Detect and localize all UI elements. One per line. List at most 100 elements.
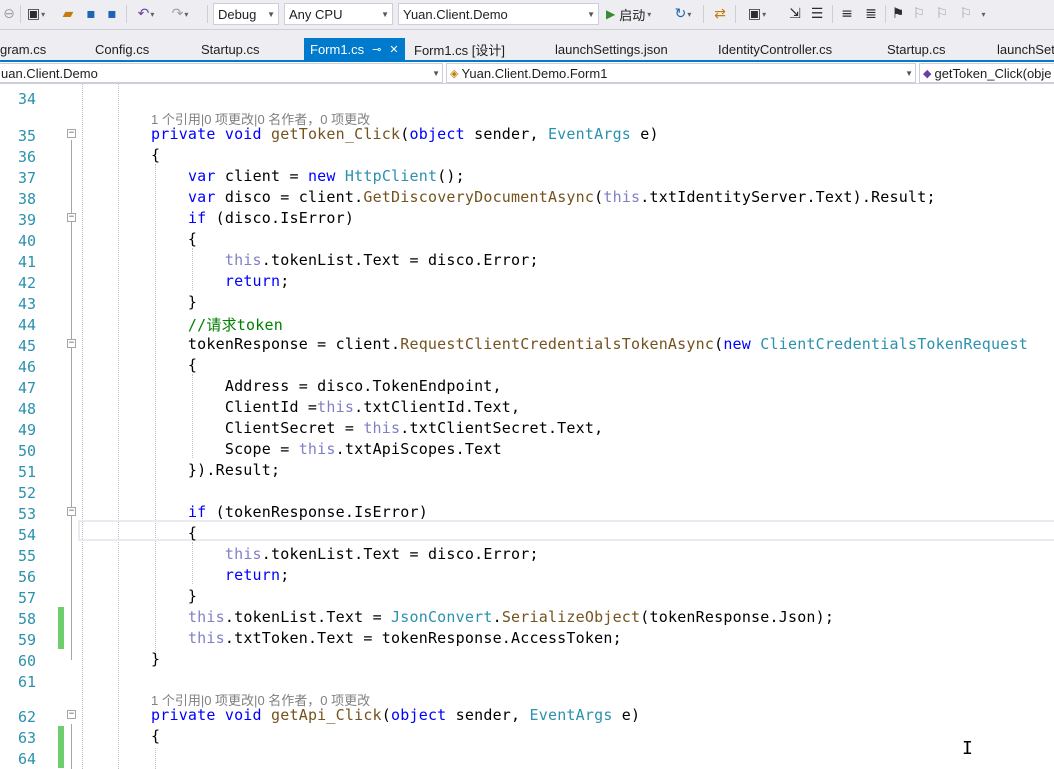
line-code: {: [151, 230, 198, 248]
line-number: 57: [17, 589, 36, 607]
startup-project-select[interactable]: Yuan.Client.Demo ▼: [398, 3, 599, 25]
configuration-select[interactable]: Debug ▼: [213, 3, 279, 25]
next-bookmark-icon[interactable]: ⚐: [933, 3, 951, 25]
line-number: 60: [17, 652, 36, 670]
tab-launch-settings-2[interactable]: launchSett: [997, 38, 1054, 60]
bookmark-icon[interactable]: ⚑: [890, 3, 906, 25]
redo-icon[interactable]: ↷ ▾: [167, 3, 193, 25]
tab-config[interactable]: Config.cs: [95, 38, 149, 60]
step-into-icon[interactable]: ⇲: [786, 3, 804, 25]
tab-form1[interactable]: Form1.cs ⊸ ✕: [304, 38, 405, 60]
screenshot-icon[interactable]: ▣ ▾: [740, 3, 774, 25]
line-code: Address = disco.TokenEndpoint,: [151, 377, 502, 395]
code-line: 50 Scope = this.txtApiScopes.Text: [0, 439, 1054, 460]
close-icon[interactable]: ✕: [389, 43, 398, 56]
code-line: 39 − if (disco.IsError): [0, 208, 1054, 229]
line-number: 50: [17, 442, 36, 460]
save-icon[interactable]: ▪: [82, 3, 100, 25]
line-number: 49: [17, 421, 36, 439]
line-code: tokenResponse = client.RequestClientCred…: [151, 335, 1028, 353]
line-code: private void getApi_Click(object sender,…: [151, 706, 641, 724]
refresh-icon[interactable]: ↻ ▾: [670, 3, 696, 25]
line-number: 43: [17, 295, 36, 313]
chevron-down-icon: ▼: [430, 64, 440, 82]
line-number: 51: [17, 463, 36, 481]
line-code: {: [151, 146, 161, 164]
pin-icon[interactable]: ⊸: [372, 43, 381, 56]
code-line: 52: [0, 481, 1054, 502]
collapse-toggle-icon[interactable]: −: [67, 339, 76, 348]
code-line: 54 {: [0, 523, 1054, 544]
toolbar-overflow-icon[interactable]: ▾: [978, 3, 988, 25]
line-number: 59: [17, 631, 36, 649]
comment-icon[interactable]: ≡: [838, 3, 856, 25]
startup-project-value: Yuan.Client.Demo: [403, 6, 508, 22]
code-line: 37 var client = new HttpClient();: [0, 166, 1054, 187]
open-folder-icon[interactable]: ▰: [58, 3, 78, 25]
code-line: 49 ClientSecret = this.txtClientSecret.T…: [0, 418, 1054, 439]
tab-identity-controller[interactable]: IdentityController.cs: [718, 38, 832, 60]
member-dropdown[interactable]: ◆ getToken_Click(obje: [919, 63, 1054, 83]
tab-form1-designer[interactable]: Form1.cs [设计]: [414, 38, 505, 60]
line-code: Scope = this.txtApiScopes.Text: [151, 440, 502, 458]
code-editor[interactable]: 34 1 个引用|0 项更改|0 名作者，0 项更改 35 − private …: [0, 84, 1054, 769]
code-line: 38 var disco = client.GetDiscoveryDocume…: [0, 187, 1054, 208]
tab-label: Form1.cs [设计]: [414, 42, 506, 58]
line-code: ClientSecret = this.txtClientSecret.Text…: [151, 419, 604, 437]
line-number: 64: [17, 750, 36, 768]
line-code: }: [151, 293, 198, 311]
type-dropdown[interactable]: ◈ Yuan.Client.Demo.Form1 ▼: [446, 63, 916, 83]
start-button[interactable]: ▶ 启动 ▾: [606, 3, 651, 25]
line-code: var disco = client.GetDiscoveryDocumentA…: [187, 188, 936, 206]
platform-select[interactable]: Any CPU ▼: [284, 3, 393, 25]
line-number: 41: [17, 253, 36, 271]
code-lens[interactable]: 1 个引用|0 项更改|0 名作者，0 项更改: [0, 685, 1054, 708]
code-line: 45 − tokenResponse = client.RequestClien…: [0, 334, 1054, 355]
code-line: 46 {: [0, 355, 1054, 376]
chevron-down-icon: ▼: [587, 9, 595, 19]
toolbar-separator: [832, 5, 833, 23]
line-code: this.tokenList.Text = JsonConvert.Serial…: [187, 608, 835, 626]
collapse-toggle-icon[interactable]: −: [67, 710, 76, 719]
clear-bookmarks-icon[interactable]: ⚐: [956, 3, 976, 25]
line-code: private void getToken_Click(object sende…: [151, 125, 659, 143]
tab-startup-2[interactable]: Startup.cs: [887, 38, 946, 60]
prev-bookmark-icon[interactable]: ⚐: [910, 3, 928, 25]
line-number: 54: [17, 526, 36, 544]
line-number: 47: [17, 379, 36, 397]
tab-label: Startup.cs: [887, 41, 946, 57]
undo-icon[interactable]: ↶ ▾: [133, 3, 159, 25]
code-line: 41 this.tokenList.Text = disco.Error;: [0, 250, 1054, 271]
code-line: 51 }).Result;: [0, 460, 1054, 481]
tab-startup[interactable]: Startup.cs: [201, 38, 260, 60]
code-line: 35 − private void getToken_Click(object …: [0, 124, 1054, 145]
collapse-toggle-icon[interactable]: −: [67, 213, 76, 222]
project-value: uan.Client.Demo: [1, 65, 98, 81]
code-line: 43 }: [0, 292, 1054, 313]
collapse-toggle-icon[interactable]: −: [67, 507, 76, 516]
tab-label: Config.cs: [95, 41, 150, 57]
line-code: this.tokenList.Text = disco.Error;: [224, 251, 539, 269]
line-code: if (disco.IsError): [187, 209, 355, 227]
collapse-toggle-icon[interactable]: −: [67, 129, 76, 138]
line-number: 46: [17, 358, 36, 376]
toolbar-separator: [703, 5, 704, 23]
save-all-icon[interactable]: ▪: [103, 3, 121, 25]
code-lens[interactable]: 1 个引用|0 项更改|0 名作者，0 项更改: [0, 104, 1054, 127]
nav-back-icon[interactable]: ⊖: [2, 3, 16, 25]
project-dropdown[interactable]: uan.Client.Demo ▼: [0, 63, 443, 83]
line-code: }: [151, 587, 198, 605]
code-line: 60 }: [0, 649, 1054, 670]
code-line: 64: [0, 747, 1054, 768]
new-item-icon[interactable]: ▣ ▾: [26, 3, 46, 25]
tab-program[interactable]: gram.cs: [0, 38, 46, 60]
tab-launch-settings[interactable]: launchSettings.json: [555, 38, 668, 60]
code-line: 44 //请求token: [0, 313, 1054, 334]
line-number: 56: [17, 568, 36, 586]
toolbar-separator: [207, 5, 208, 23]
play-icon: ▶: [606, 7, 616, 21]
format-icon[interactable]: ☰: [808, 3, 826, 25]
uncomment-icon[interactable]: ≣: [862, 3, 880, 25]
code-line: 63 {: [0, 726, 1054, 747]
browser-link-icon[interactable]: ⇄: [710, 3, 730, 25]
